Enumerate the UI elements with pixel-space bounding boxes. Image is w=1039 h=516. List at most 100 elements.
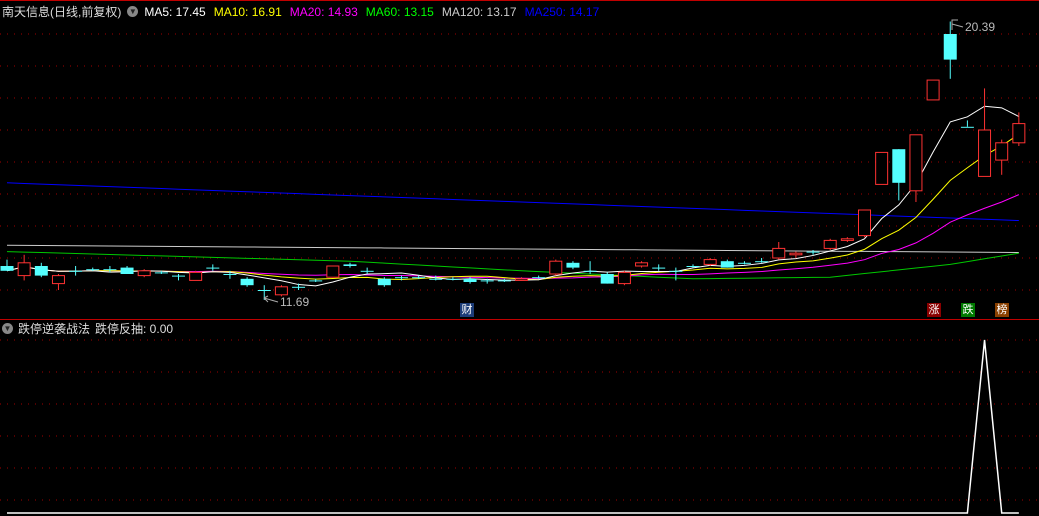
candle-body <box>51 275 65 285</box>
candle-body <box>875 151 889 185</box>
candle-body <box>943 34 957 60</box>
low-annotation: 11.69 <box>263 295 309 309</box>
candle <box>960 120 974 128</box>
candle <box>17 254 31 281</box>
candle-body <box>789 252 803 256</box>
candle-body <box>206 267 220 269</box>
candle-body <box>223 274 237 275</box>
candle-body <box>532 277 546 279</box>
ma120-line <box>6 244 1019 254</box>
candle-body <box>755 261 769 263</box>
candle-body <box>720 261 734 268</box>
ma-label: MA10: 16.91 <box>213 4 282 19</box>
high-annotation: 20.39 <box>951 19 995 34</box>
ma-label: MA5: 17.45 <box>144 4 206 19</box>
candle-body <box>480 280 494 282</box>
indicator-line <box>7 339 1019 514</box>
candle-body <box>909 134 923 192</box>
candle <box>360 267 374 274</box>
candle-body <box>189 271 203 281</box>
candle-body <box>858 209 871 237</box>
candle-body <box>549 260 563 275</box>
candle-body <box>412 277 426 279</box>
ma-labels: MA5: 17.45 MA10: 16.91 MA20: 14.93 MA60: 13… <box>144 5 599 19</box>
candle <box>1012 112 1026 146</box>
low-label: 11.69 <box>280 295 309 309</box>
price-chart[interactable]: 20.39 11.69 <box>0 0 1039 516</box>
candle-body <box>0 266 14 271</box>
limit-down-marker[interactable]: 跌 <box>961 303 975 317</box>
candle <box>858 209 871 238</box>
candle <box>737 261 751 265</box>
ranking-marker[interactable]: 榜 <box>995 303 1009 317</box>
high-label: 20.39 <box>965 20 995 34</box>
candle-body <box>840 238 854 241</box>
candle-body <box>446 278 460 280</box>
candle-body <box>995 142 1009 161</box>
candle <box>823 238 837 250</box>
ma60-line <box>6 251 1019 280</box>
candle-body <box>292 286 306 288</box>
ma-label: MA120: 13.17 <box>441 4 517 19</box>
candle <box>875 151 889 185</box>
candle-body <box>652 267 666 269</box>
candle <box>926 79 940 101</box>
candle <box>600 272 614 284</box>
chart-header: 南天信息(日线,前复权) ▼ MA5: 17.45 MA10: 16.91 MA20… <box>2 3 599 20</box>
candle <box>0 259 14 271</box>
candle-body <box>257 290 271 291</box>
ma-label: MA60: 13.15 <box>365 4 434 19</box>
candle <box>446 277 460 281</box>
candle-body <box>926 79 940 101</box>
chevron-down-icon[interactable]: ▼ <box>2 323 13 334</box>
chevron-down-icon[interactable]: ▼ <box>127 6 139 17</box>
candle <box>343 262 357 268</box>
limit-up-marker[interactable]: 涨 <box>927 303 941 317</box>
candle-body <box>960 126 974 128</box>
candle <box>703 258 717 266</box>
candle <box>943 21 957 79</box>
candle-body <box>86 269 100 271</box>
candle-body <box>892 149 906 183</box>
candle-body <box>1012 123 1026 144</box>
candle <box>789 251 803 258</box>
candle-body <box>274 286 288 296</box>
candle <box>120 266 134 274</box>
candle <box>497 278 511 282</box>
candle <box>463 277 477 284</box>
candle-body <box>309 280 323 282</box>
candle-body <box>172 275 185 277</box>
candle-body <box>17 262 31 277</box>
candle-body <box>103 269 117 271</box>
ma-label: MA250: 14.17 <box>524 4 600 19</box>
candle-body <box>377 278 391 286</box>
candle-body <box>978 129 992 177</box>
candle-body <box>69 270 83 272</box>
candle-body <box>497 280 511 282</box>
candle <box>137 269 151 278</box>
candle-body <box>137 270 151 277</box>
candle-body <box>617 271 631 285</box>
candle-body <box>515 278 528 281</box>
indicator-plot <box>7 339 1019 514</box>
candle-body <box>566 262 580 268</box>
candle <box>755 258 769 263</box>
candle-body <box>120 267 134 274</box>
finance-marker[interactable]: 财 <box>460 303 474 317</box>
candle-body <box>772 247 786 259</box>
candle-body <box>583 270 597 272</box>
candle-body <box>600 274 614 284</box>
candle <box>909 134 923 202</box>
candle-body <box>737 262 751 264</box>
candle-body <box>326 265 340 278</box>
candle-body <box>360 270 374 272</box>
candle <box>172 274 185 281</box>
candle <box>51 274 65 290</box>
candle <box>206 264 220 271</box>
candle-body <box>635 262 649 267</box>
ma-label: MA20: 14.93 <box>289 4 358 19</box>
ma20-line <box>6 194 1020 279</box>
candle <box>840 237 854 242</box>
candle <box>652 264 666 271</box>
candle-body <box>34 266 48 276</box>
